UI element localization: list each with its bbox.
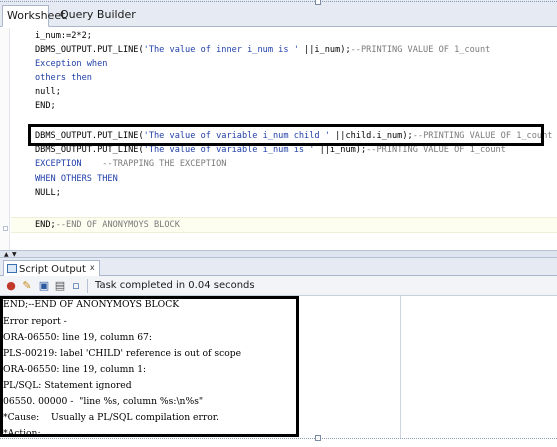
- resize-handle-bottom[interactable]: [315, 435, 321, 441]
- code-token: ||i_num);: [314, 145, 367, 155]
- fold-marker-icon[interactable]: [3, 226, 8, 231]
- annotation-box-error-line: [28, 124, 544, 146]
- code-token: DBMS_OUTPUT.PUT_LINE(: [35, 45, 144, 55]
- code-line: null;: [35, 85, 61, 99]
- code-line: i_num:=2*2;: [35, 29, 92, 43]
- code-line: WHEN OTHERS THEN: [35, 172, 118, 186]
- code-token: NULL;: [35, 188, 61, 198]
- code-token: 'The value of variable i_num is ': [143, 145, 315, 155]
- code-line: Exception when: [35, 57, 107, 71]
- close-icon[interactable]: x: [90, 263, 95, 272]
- toolbar-divider: [87, 279, 88, 293]
- annotation-box-error-report: [0, 296, 299, 437]
- code-token: --END OF ANONYMOYS BLOCK: [55, 220, 180, 230]
- code-token: Exception when: [35, 59, 108, 69]
- bottom-divider: [0, 438, 557, 443]
- tab-script-output-label: Script Output: [19, 264, 86, 275]
- output-toolbar: ● ✎ ▣ ▤ ▫ Task completed in 0.04 seconds: [0, 276, 557, 296]
- script-output-pane[interactable]: END;--END OF ANONYMOYS BLOCK Error report…: [0, 296, 557, 447]
- print-icon[interactable]: ▤: [54, 279, 66, 292]
- code-token: i_num:=2*2;: [35, 31, 92, 41]
- code-line: END;--END OF ANONYMOYS BLOCK: [35, 218, 180, 232]
- code-line: DBMS_OUTPUT.PUT_LINE('The value of inner…: [35, 43, 490, 57]
- tab-script-output[interactable]: Script Output x: [3, 260, 100, 276]
- code-token: --PRINTING VALUE OF 1_count: [366, 145, 506, 155]
- code-token: 'The value of inner i_num is ': [143, 45, 299, 55]
- code-token: END;: [35, 101, 56, 111]
- sql-editor[interactable]: i_num:=2*2; DBMS_OUTPUT.PUT_LINE('The val…: [0, 28, 557, 250]
- code-token: null;: [35, 87, 61, 97]
- output-divider: [400, 296, 401, 438]
- tab-query-builder[interactable]: Query Builder: [56, 5, 136, 27]
- code-token: EXCEPTION: [35, 159, 82, 169]
- code-token: DBMS_OUTPUT.PUT_LINE(: [35, 145, 144, 155]
- code-line: others then: [35, 71, 92, 85]
- code-line: EXCEPTION --TRAPPING THE EXCEPTION: [35, 157, 226, 171]
- worksheet-tab-bar: Worksheet Query Builder: [0, 0, 557, 27]
- code-line: NULL;: [35, 186, 61, 200]
- code-token: ||i_num);: [298, 45, 351, 55]
- code-token: others then: [35, 73, 92, 83]
- panel-splitter[interactable]: ▲ ▼: [0, 250, 557, 258]
- output-tab-bar: Script Output x: [0, 258, 557, 276]
- save-icon[interactable]: ▣: [38, 279, 50, 292]
- script-output-icon: [7, 264, 17, 273]
- code-token: --TRAPPING THE EXCEPTION: [81, 159, 227, 169]
- status-message: Task completed in 0.04 seconds: [95, 280, 255, 291]
- code-token: --PRINTING VALUE OF 1_count: [350, 45, 491, 55]
- tab-worksheet[interactable]: Worksheet: [2, 5, 65, 27]
- code-line: END;: [35, 99, 56, 113]
- document-icon[interactable]: ▫: [70, 279, 82, 292]
- pin-icon[interactable]: ●: [5, 279, 17, 292]
- resize-handle[interactable]: [315, 0, 321, 5]
- eraser-icon[interactable]: ✎: [21, 279, 33, 292]
- code-token: WHEN OTHERS THEN: [35, 174, 118, 184]
- editor-gutter: [0, 28, 10, 250]
- code-token: END;: [35, 220, 56, 230]
